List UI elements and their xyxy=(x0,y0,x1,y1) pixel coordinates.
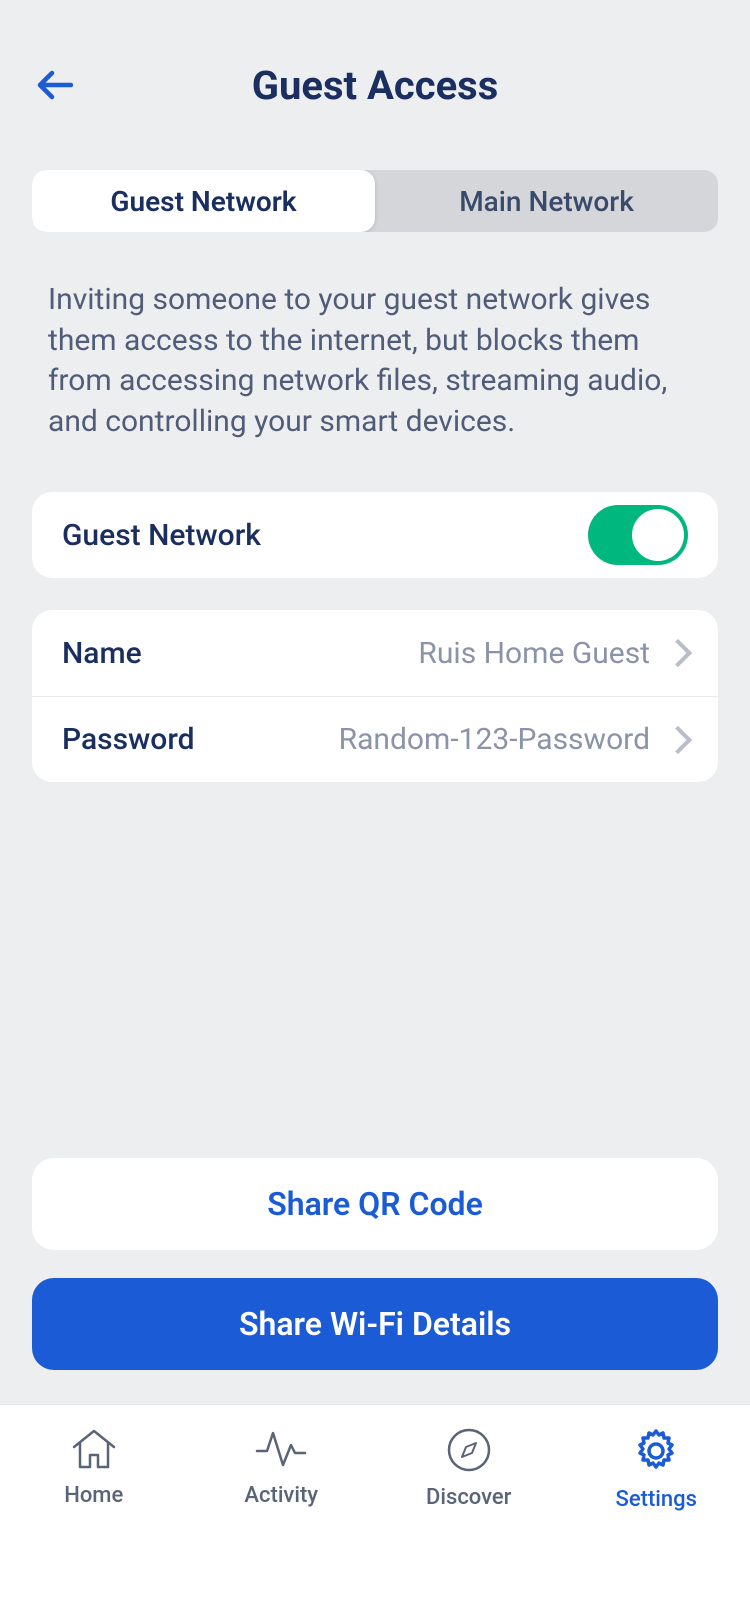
guest-network-description: Inviting someone to your guest network g… xyxy=(32,280,718,442)
tab-discover-label: Discover xyxy=(426,1485,511,1510)
password-value: Random-123-Password xyxy=(195,722,650,757)
activity-icon xyxy=(255,1427,307,1471)
tab-settings[interactable]: Settings xyxy=(563,1405,750,1624)
header: Guest Access xyxy=(32,0,718,170)
toggle-knob xyxy=(632,509,684,561)
home-icon xyxy=(70,1427,118,1471)
bottom-tab-bar: Home Activity Discover Settings xyxy=(0,1404,750,1624)
name-value: Ruis Home Guest xyxy=(142,636,650,671)
network-details-card: Name Ruis Home Guest Password Random-123… xyxy=(32,610,718,782)
network-name-row[interactable]: Name Ruis Home Guest xyxy=(32,610,718,696)
segmented-control: Guest Network Main Network xyxy=(32,170,718,232)
password-label: Password xyxy=(62,722,195,757)
tab-guest-network[interactable]: Guest Network xyxy=(32,170,375,232)
back-arrow-icon xyxy=(35,70,73,100)
share-wifi-details-button[interactable]: Share Wi-Fi Details xyxy=(32,1278,718,1370)
tab-activity-label: Activity xyxy=(244,1483,318,1508)
discover-icon xyxy=(446,1427,492,1473)
share-qr-code-button[interactable]: Share QR Code xyxy=(32,1158,718,1250)
guest-network-toggle-row: Guest Network xyxy=(32,492,718,578)
page-title: Guest Access xyxy=(252,62,499,109)
tab-settings-label: Settings xyxy=(616,1487,697,1512)
tab-activity[interactable]: Activity xyxy=(188,1405,376,1624)
tab-home-label: Home xyxy=(64,1483,123,1508)
tab-main-network[interactable]: Main Network xyxy=(375,170,718,232)
chevron-right-icon xyxy=(664,639,692,667)
network-password-row[interactable]: Password Random-123-Password xyxy=(32,696,718,782)
back-button[interactable] xyxy=(32,63,76,107)
chevron-right-icon xyxy=(664,725,692,753)
tab-discover[interactable]: Discover xyxy=(375,1405,563,1624)
guest-network-toggle-label: Guest Network xyxy=(62,518,261,553)
tab-home[interactable]: Home xyxy=(0,1405,188,1624)
name-label: Name xyxy=(62,636,142,671)
guest-toggle-card: Guest Network xyxy=(32,492,718,578)
guest-network-toggle[interactable] xyxy=(588,505,688,565)
settings-icon xyxy=(632,1427,680,1475)
